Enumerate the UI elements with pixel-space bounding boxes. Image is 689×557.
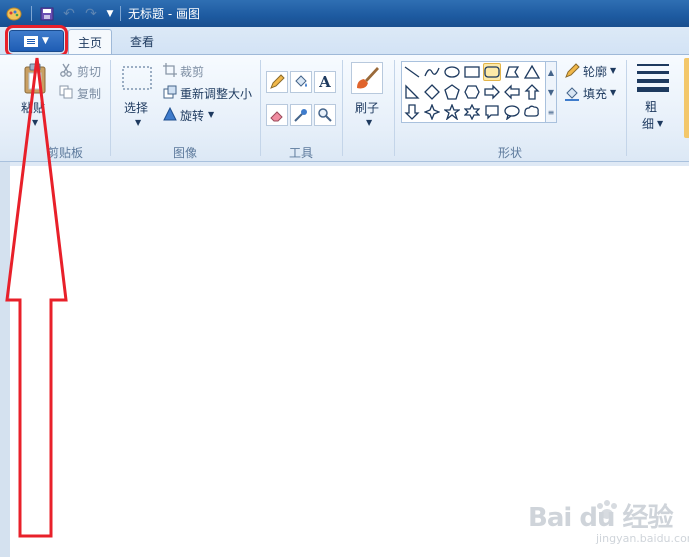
undo-icon[interactable]: ↶	[61, 5, 77, 22]
fill-icon	[563, 84, 581, 102]
down-arrow-shape-icon[interactable]	[403, 103, 421, 121]
tab-view[interactable]: 查看	[118, 29, 166, 54]
red-arrow-annotation	[5, 57, 68, 538]
text-tool-icon[interactable]: A	[314, 71, 336, 93]
group-separator	[394, 60, 395, 156]
cut-button[interactable]: 剪切	[77, 63, 101, 80]
group-separator	[260, 60, 261, 156]
fill-button[interactable]: 填充	[583, 85, 607, 102]
brushes-label[interactable]: 刷子	[355, 99, 379, 116]
select-label[interactable]: 选择	[124, 99, 148, 116]
resize-button[interactable]: 重新调整大小	[180, 85, 252, 102]
brush-icon[interactable]	[351, 62, 383, 94]
rotate-dropdown-icon[interactable]: ▼	[208, 110, 214, 119]
right-arrow-shape-icon[interactable]	[483, 83, 501, 101]
color-picker-icon[interactable]	[290, 104, 312, 126]
scroll-up-icon[interactable]: ▲	[546, 62, 556, 82]
size-lines-icon[interactable]	[636, 62, 670, 92]
left-arrow-shape-icon[interactable]	[503, 83, 521, 101]
title-separator	[120, 6, 121, 21]
rounded-callout-shape-icon[interactable]	[483, 103, 501, 121]
shapes-group-label: 形状	[497, 146, 522, 160]
select-dropdown-icon[interactable]: ▼	[135, 118, 141, 127]
shapes-gallery-scrollbar[interactable]: ▲ ▼ ≡	[545, 61, 557, 123]
pencil-icon[interactable]	[266, 71, 288, 93]
five-point-star-shape-icon[interactable]	[443, 103, 461, 121]
eraser-icon[interactable]	[266, 104, 288, 126]
group-separator	[626, 60, 627, 156]
scroll-down-icon[interactable]: ▼	[546, 82, 556, 102]
cloud-callout-shape-icon[interactable]	[523, 103, 541, 121]
triangle-shape-icon[interactable]	[523, 63, 541, 81]
diamond-shape-icon[interactable]	[423, 83, 441, 101]
image-group-label: 图像	[172, 146, 197, 160]
window-title: 无标题 - 画图	[128, 7, 200, 21]
watermark-text: Bai du 经验	[528, 503, 673, 533]
line-shape-icon[interactable]	[403, 63, 421, 81]
redo-icon[interactable]: ↷	[83, 5, 99, 22]
size-label-top[interactable]: 粗	[645, 98, 657, 115]
watermark-url: jingyan.baidu.com	[596, 532, 689, 545]
copy-button[interactable]: 复制	[77, 85, 101, 102]
four-point-star-shape-icon[interactable]	[423, 103, 441, 121]
oval-shape-icon[interactable]	[443, 63, 461, 81]
tools-group-label: 工具	[288, 146, 313, 160]
qat-separator	[31, 6, 32, 21]
resize-icon	[162, 84, 178, 100]
polygon-shape-icon[interactable]	[503, 63, 521, 81]
rounded-rectangle-shape-icon[interactable]	[483, 63, 501, 81]
crop-button[interactable]: 裁剪	[180, 63, 204, 80]
oval-callout-shape-icon[interactable]	[503, 103, 521, 121]
crop-icon	[162, 62, 178, 78]
pentagon-shape-icon[interactable]	[443, 83, 461, 101]
right-triangle-shape-icon[interactable]	[403, 83, 421, 101]
customize-qat-dropdown-icon[interactable]: ▼	[103, 5, 117, 22]
brushes-dropdown-icon[interactable]: ▼	[366, 118, 372, 127]
hexagon-shape-icon[interactable]	[463, 83, 481, 101]
outline-dropdown-icon[interactable]: ▼	[610, 66, 616, 75]
magnifier-icon[interactable]	[314, 104, 336, 126]
six-point-star-shape-icon[interactable]	[463, 103, 481, 121]
colors-panel-edge	[684, 58, 689, 138]
size-label-bottom[interactable]: 细	[642, 115, 654, 132]
rotate-button[interactable]: 旋转	[180, 107, 204, 124]
curve-shape-icon[interactable]	[423, 63, 441, 81]
canvas-top-border	[10, 162, 689, 166]
rectangle-shape-icon[interactable]	[463, 63, 481, 81]
gallery-expand-icon[interactable]: ≡	[546, 102, 556, 122]
fill-bucket-icon[interactable]	[290, 71, 312, 93]
select-icon[interactable]	[122, 66, 152, 90]
outline-button[interactable]: 轮廓	[583, 63, 607, 80]
fill-dropdown-icon[interactable]: ▼	[610, 88, 616, 97]
save-icon[interactable]	[38, 5, 56, 22]
rotate-icon	[162, 106, 178, 122]
up-arrow-shape-icon[interactable]	[523, 83, 541, 101]
group-separator	[110, 60, 111, 156]
outline-icon	[563, 62, 581, 80]
size-dropdown-icon[interactable]: ▼	[657, 119, 663, 128]
group-separator	[342, 60, 343, 156]
paint-app-icon[interactable]	[5, 5, 23, 22]
